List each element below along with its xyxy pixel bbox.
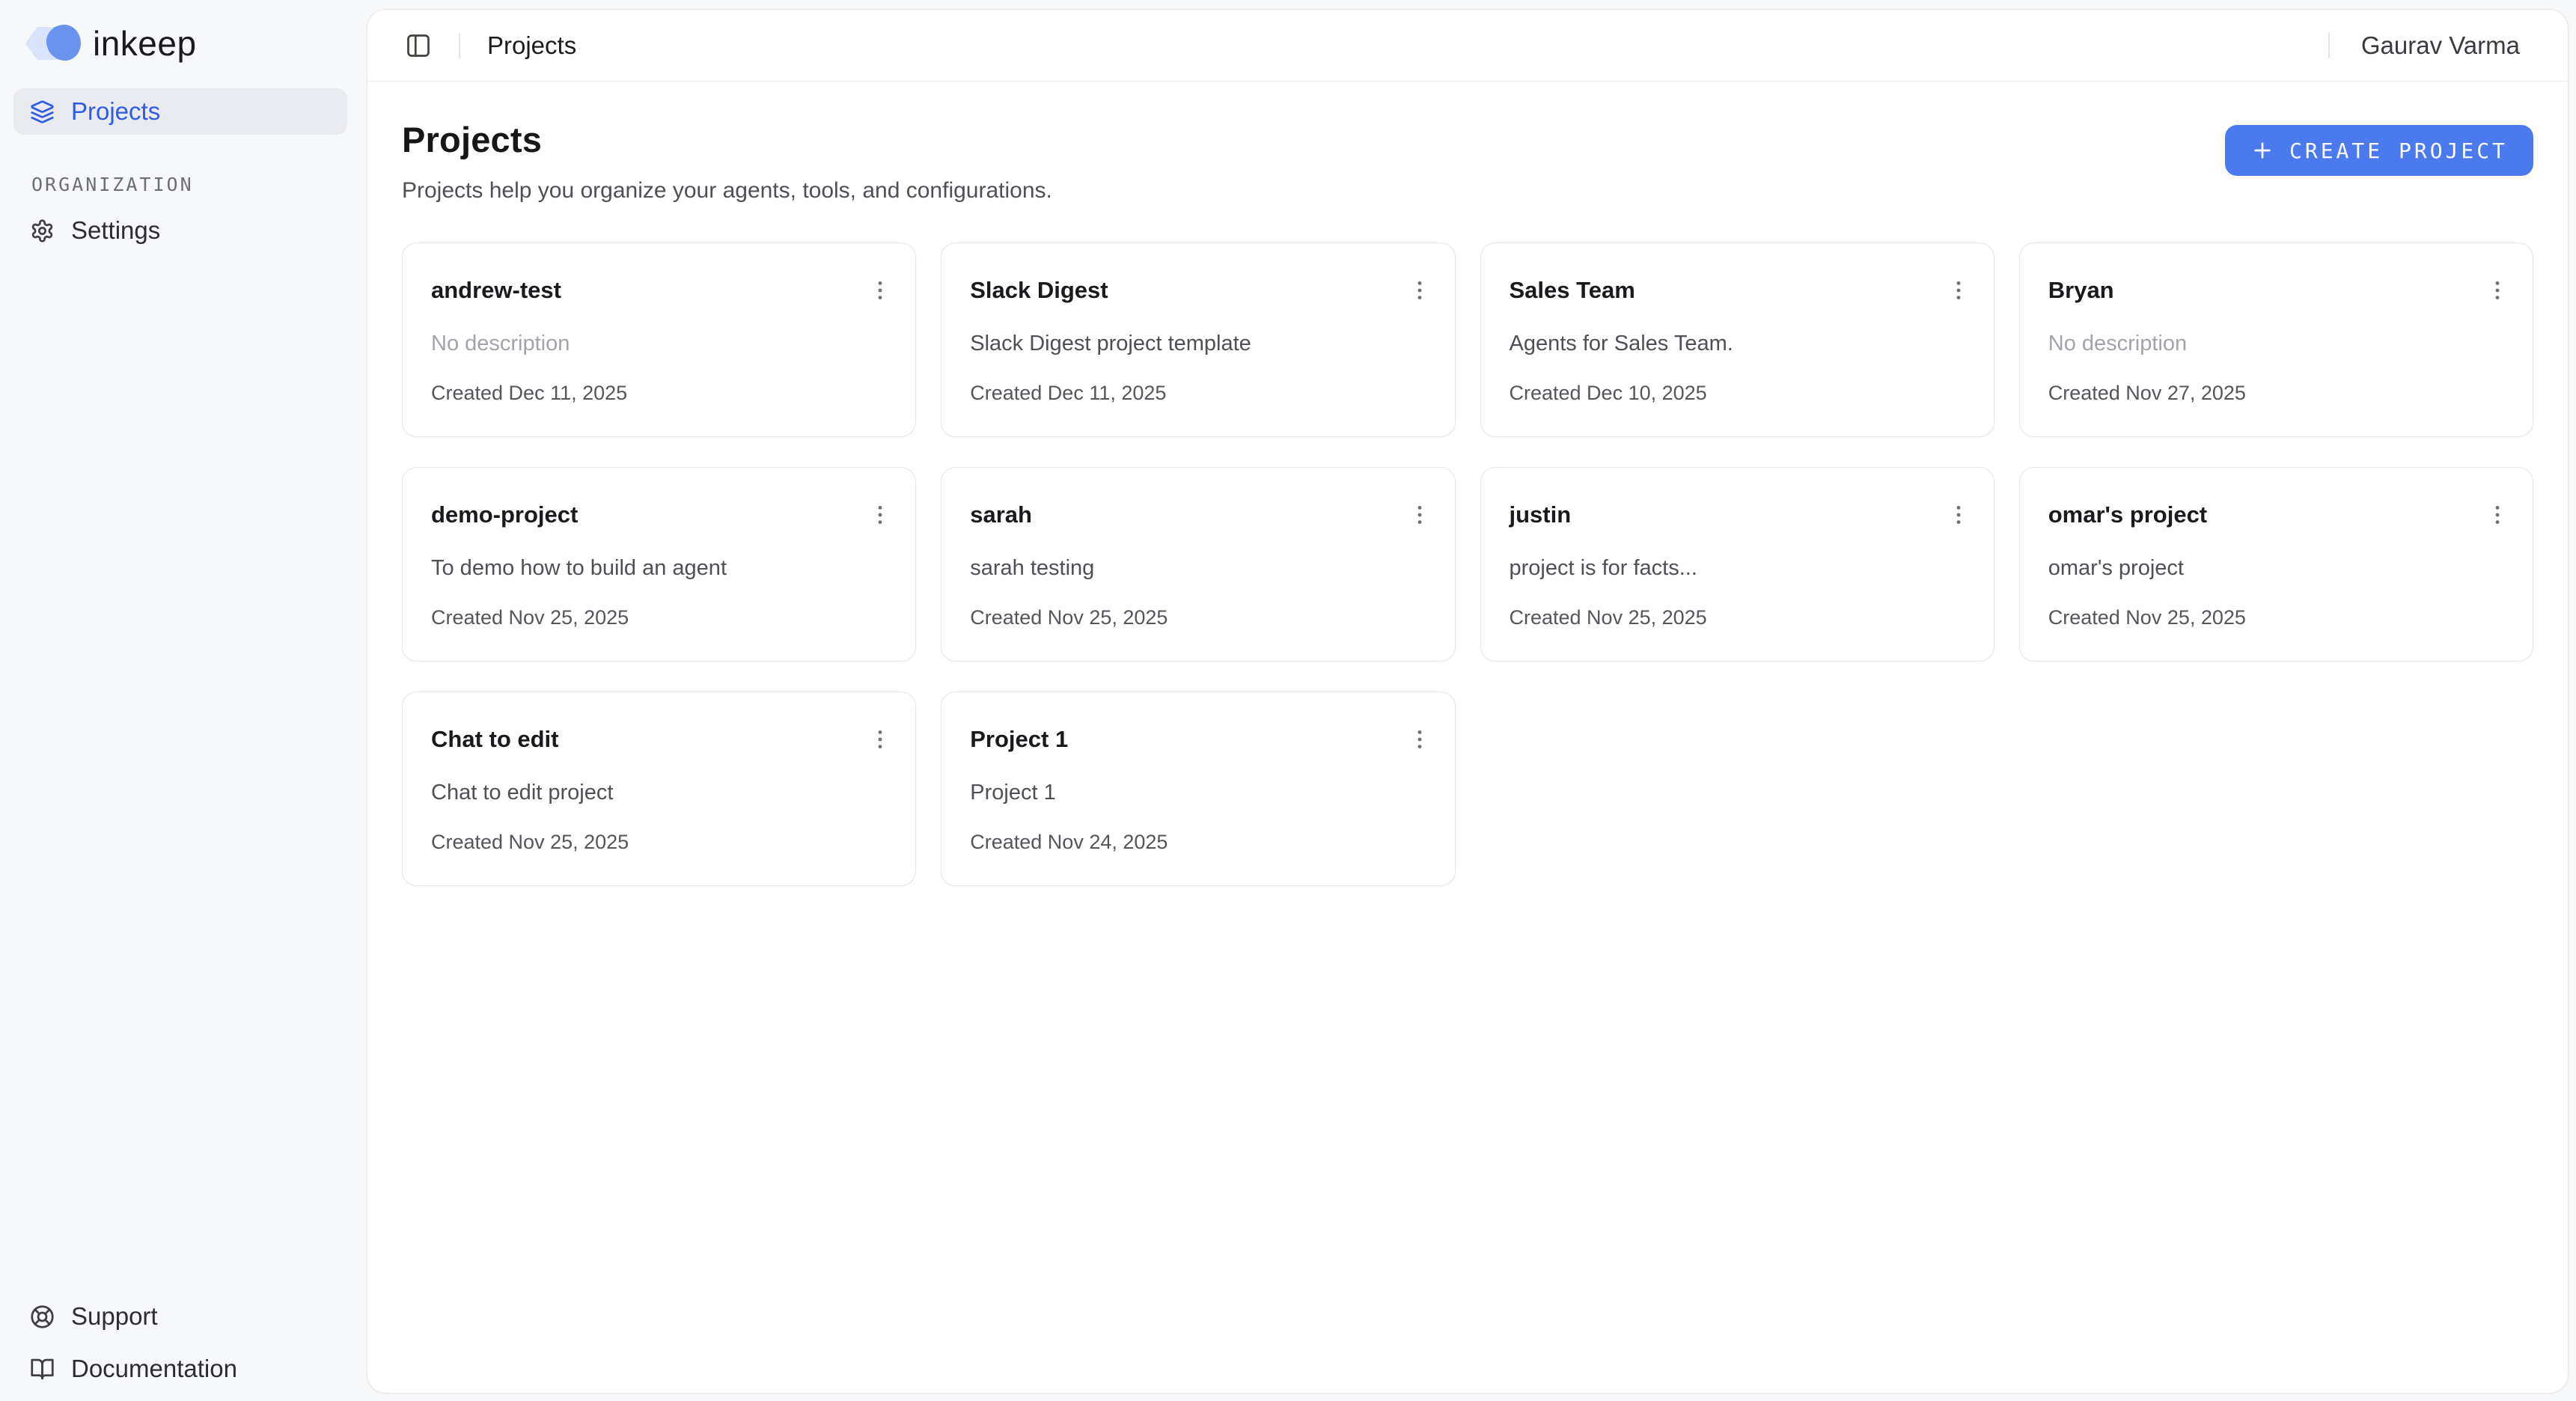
life-buoy-icon [30, 1304, 55, 1329]
project-card-created: Created Nov 27, 2025 [2048, 382, 2513, 405]
project-card-created: Created Nov 24, 2025 [970, 831, 1435, 854]
project-card[interactable]: Sales Team Agents for Sales Team. Create… [1480, 242, 1994, 437]
kebab-menu-icon[interactable] [1943, 499, 1974, 531]
sidebar-item-label: Settings [71, 216, 160, 245]
sidebar-item-label: Projects [71, 97, 160, 126]
project-card-title: omar's project [2048, 501, 2207, 528]
project-card-title: sarah [970, 501, 1032, 528]
project-card[interactable]: Slack Digest Slack Digest project templa… [941, 242, 1455, 437]
brand-logo: inkeep [13, 22, 347, 64]
project-card-created: Created Nov 25, 2025 [970, 606, 1435, 629]
book-open-icon [30, 1357, 55, 1382]
header-divider [459, 33, 460, 58]
project-card-header: Sales Team [1510, 275, 1974, 306]
project-card-description: Project 1 [970, 781, 1435, 805]
project-card-description: project is for facts... [1510, 556, 1974, 581]
project-card-created: Created Nov 25, 2025 [1510, 606, 1974, 629]
plus-icon [2250, 138, 2274, 162]
project-card-created: Created Nov 25, 2025 [431, 606, 896, 629]
project-card-description: omar's project [2048, 556, 2513, 581]
header-right: Gaurav Varma [2328, 31, 2520, 60]
project-card-description: No description [431, 332, 896, 356]
sidebar-item-documentation[interactable]: Documentation [13, 1346, 347, 1392]
project-card[interactable]: omar's project omar's project Created No… [2019, 467, 2533, 662]
project-card-header: demo-project [431, 499, 896, 531]
panel-left-icon [405, 32, 432, 59]
create-project-button[interactable]: CREATE PROJECT [2225, 125, 2533, 176]
sidebar: inkeep Projects ORGANIZATION [0, 0, 367, 1401]
project-card-created: Created Nov 25, 2025 [2048, 606, 2513, 629]
gear-icon [30, 219, 55, 243]
project-card-title: justin [1510, 501, 1572, 528]
page-title: Projects [402, 119, 1052, 160]
kebab-menu-icon[interactable] [1404, 275, 1435, 306]
project-card-title: Bryan [2048, 277, 2114, 304]
kebab-menu-icon[interactable] [1404, 724, 1435, 755]
project-card[interactable]: demo-project To demo how to build an age… [402, 467, 916, 662]
kebab-menu-icon[interactable] [2482, 275, 2513, 306]
project-card-created: Created Dec 11, 2025 [431, 382, 896, 405]
logo-blob-shape [46, 25, 81, 61]
sidebar-item-support[interactable]: Support [13, 1293, 347, 1340]
project-card-header: justin [1510, 499, 1974, 531]
breadcrumb[interactable]: Projects [487, 31, 576, 60]
kebab-menu-icon[interactable] [2482, 499, 2513, 531]
panel-header: Projects Gaurav Varma [367, 10, 2568, 82]
user-menu[interactable]: Gaurav Varma [2361, 31, 2520, 60]
project-card-description: To demo how to build an agent [431, 556, 896, 581]
app-root: inkeep Projects ORGANIZATION [0, 0, 2576, 1401]
project-card-title: Chat to edit [431, 726, 559, 753]
sidebar-nav: Projects [13, 88, 347, 135]
project-card[interactable]: Bryan No description Created Nov 27, 202… [2019, 242, 2533, 437]
main-panel: Projects Gaurav Varma Projects Projects … [367, 9, 2569, 1394]
project-card[interactable]: andrew-test No description Created Dec 1… [402, 242, 916, 437]
project-card[interactable]: Chat to edit Chat to edit project Create… [402, 692, 916, 886]
sidebar-toggle-button[interactable] [405, 32, 432, 59]
project-card-description: No description [2048, 332, 2513, 356]
project-card[interactable]: sarah sarah testing Created Nov 25, 2025 [941, 467, 1455, 662]
project-card[interactable]: Project 1 Project 1 Created Nov 24, 2025 [941, 692, 1455, 886]
content-header-text: Projects Projects help you organize your… [402, 119, 1052, 204]
project-card-header: Project 1 [970, 724, 1435, 755]
page-content: Projects Projects help you organize your… [367, 82, 2568, 1393]
layers-icon [30, 100, 55, 124]
header-divider [2328, 33, 2330, 58]
project-card-title: andrew-test [431, 277, 561, 304]
kebab-menu-icon[interactable] [864, 499, 896, 531]
kebab-menu-icon[interactable] [864, 275, 896, 306]
project-card-title: demo-project [431, 501, 578, 528]
sidebar-item-label: Support [71, 1302, 158, 1331]
project-card-header: sarah [970, 499, 1435, 531]
project-card-description: Slack Digest project template [970, 332, 1435, 356]
sidebar-footer: Support Documentation [13, 1293, 347, 1392]
project-card-description: sarah testing [970, 556, 1435, 581]
project-card-header: omar's project [2048, 499, 2513, 531]
kebab-menu-icon[interactable] [1404, 499, 1435, 531]
sidebar-item-label: Documentation [71, 1355, 237, 1383]
project-card-created: Created Dec 11, 2025 [970, 382, 1435, 405]
kebab-menu-icon[interactable] [1943, 275, 1974, 306]
sidebar-section-organization: ORGANIZATION [31, 174, 347, 195]
project-card-header: andrew-test [431, 275, 896, 306]
project-card-description: Agents for Sales Team. [1510, 332, 1974, 356]
project-card-description: Chat to edit project [431, 781, 896, 805]
project-card-header: Slack Digest [970, 275, 1435, 306]
project-card-created: Created Nov 25, 2025 [431, 831, 896, 854]
project-card-header: Chat to edit [431, 724, 896, 755]
sidebar-item-settings[interactable]: Settings [13, 207, 347, 254]
brand-name: inkeep [93, 23, 197, 64]
projects-grid: andrew-test No description Created Dec 1… [402, 242, 2533, 886]
inkeep-logo-icon [25, 25, 81, 62]
project-card-created: Created Dec 10, 2025 [1510, 382, 1974, 405]
project-card-title: Slack Digest [970, 277, 1108, 304]
project-card[interactable]: justin project is for facts... Created N… [1480, 467, 1994, 662]
sidebar-item-projects[interactable]: Projects [13, 88, 347, 135]
page-subtitle: Projects help you organize your agents, … [402, 178, 1052, 204]
kebab-menu-icon[interactable] [864, 724, 896, 755]
project-card-title: Sales Team [1510, 277, 1635, 304]
project-card-header: Bryan [2048, 275, 2513, 306]
create-project-label: CREATE PROJECT [2289, 138, 2508, 163]
content-header: Projects Projects help you organize your… [402, 119, 2533, 204]
project-card-title: Project 1 [970, 726, 1068, 753]
